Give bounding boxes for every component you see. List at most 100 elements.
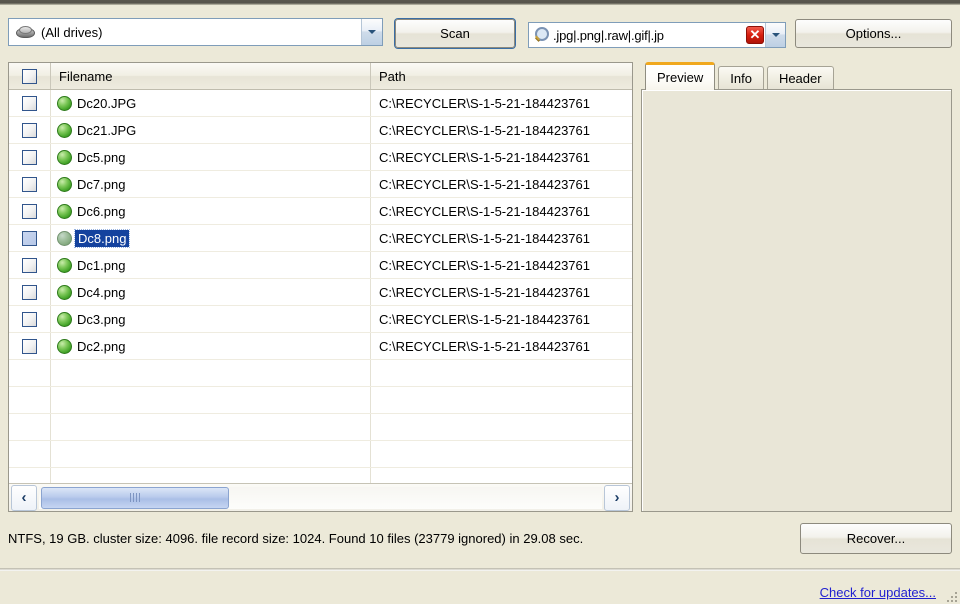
table-row[interactable]: Dc3.pngC:\RECYCLER\S-1-5-21-184423761 bbox=[9, 306, 632, 333]
drive-select-chevron-down-icon[interactable] bbox=[361, 19, 382, 45]
path-cell[interactable]: C:\RECYCLER\S-1-5-21-184423761 bbox=[371, 225, 632, 251]
filename-cell[interactable]: Dc5.png bbox=[51, 144, 371, 170]
toolbar: (All drives) Scan .jpg|.png|.raw|.gif|.j… bbox=[0, 5, 960, 57]
row-checkbox[interactable] bbox=[22, 177, 37, 192]
row-checkbox[interactable] bbox=[22, 285, 37, 300]
scrollbar-track[interactable] bbox=[39, 487, 602, 509]
filename-cell[interactable]: Dc2.png bbox=[51, 333, 371, 359]
app-window: (All drives) Scan .jpg|.png|.raw|.gif|.j… bbox=[0, 0, 960, 604]
row-checkbox[interactable] bbox=[22, 204, 37, 219]
table-row[interactable]: Dc6.pngC:\RECYCLER\S-1-5-21-184423761 bbox=[9, 198, 632, 225]
row-checkbox-cell[interactable] bbox=[9, 225, 51, 251]
path-cell[interactable]: C:\RECYCLER\S-1-5-21-184423761 bbox=[371, 198, 632, 224]
row-checkbox[interactable] bbox=[22, 231, 37, 246]
drive-select-value: (All drives) bbox=[39, 25, 361, 40]
empty-cell bbox=[51, 414, 371, 440]
filename-cell[interactable]: Dc1.png bbox=[51, 252, 371, 278]
filter-input[interactable]: .jpg|.png|.raw|.gif|.jp ✕ bbox=[528, 22, 786, 48]
table-row-empty bbox=[9, 387, 632, 414]
table-row[interactable]: Dc7.pngC:\RECYCLER\S-1-5-21-184423761 bbox=[9, 171, 632, 198]
row-checkbox-cell[interactable] bbox=[9, 171, 51, 197]
empty-cell bbox=[51, 441, 371, 467]
row-checkbox-cell[interactable] bbox=[9, 117, 51, 143]
magnifier-icon bbox=[533, 26, 551, 44]
table-row-empty bbox=[9, 360, 632, 387]
filename-cell[interactable]: Dc20.JPG bbox=[51, 90, 371, 116]
row-checkbox[interactable] bbox=[22, 258, 37, 273]
recover-button[interactable]: Recover... bbox=[800, 523, 952, 554]
column-header-select-all[interactable] bbox=[9, 63, 51, 89]
table-row[interactable]: Dc4.png C:\RECYCLER\S-1-5-21-184423761 bbox=[9, 279, 632, 306]
filename-cell[interactable]: Dc21.JPG bbox=[51, 117, 371, 143]
row-checkbox[interactable] bbox=[22, 339, 37, 354]
column-header-path[interactable]: Path bbox=[371, 63, 632, 89]
filename-cell[interactable]: Dc8.png bbox=[51, 225, 371, 251]
empty-cell bbox=[371, 387, 632, 413]
table-row[interactable]: Dc1.pngC:\RECYCLER\S-1-5-21-184423761 bbox=[9, 252, 632, 279]
file-list-panel: Filename Path Dc20.JPG C:\RECYCLER\S-1-5-… bbox=[8, 62, 633, 512]
scan-button[interactable]: Scan bbox=[395, 19, 515, 48]
tab-info[interactable]: Info bbox=[718, 66, 764, 90]
options-button[interactable]: Options... bbox=[795, 19, 952, 48]
empty-cell bbox=[371, 414, 632, 440]
row-checkbox-cell[interactable] bbox=[9, 279, 51, 305]
path-cell[interactable]: C:\RECYCLER\S-1-5-21-184423761 bbox=[371, 279, 632, 305]
empty-cell bbox=[371, 468, 632, 484]
table-row[interactable]: Dc21.JPG C:\RECYCLER\S-1-5-21-184423761 bbox=[9, 117, 632, 144]
path-cell[interactable]: C:\RECYCLER\S-1-5-21-184423761 bbox=[371, 144, 632, 170]
row-checkbox-cell[interactable] bbox=[9, 198, 51, 224]
column-header-filename[interactable]: Filename bbox=[51, 63, 371, 89]
file-status-icon bbox=[57, 204, 72, 219]
path-cell[interactable]: C:\RECYCLER\S-1-5-21-184423761 bbox=[371, 252, 632, 278]
table-row[interactable]: Dc8.pngC:\RECYCLER\S-1-5-21-184423761 bbox=[9, 225, 632, 252]
scrollbar-thumb[interactable] bbox=[41, 487, 229, 509]
scroll-right-arrow-icon[interactable]: › bbox=[604, 485, 630, 511]
row-checkbox[interactable] bbox=[22, 96, 37, 111]
path-cell[interactable]: C:\RECYCLER\S-1-5-21-184423761 bbox=[371, 333, 632, 359]
table-row[interactable]: Dc2.pngC:\RECYCLER\S-1-5-21-184423761 bbox=[9, 333, 632, 360]
preview-area[interactable] bbox=[641, 89, 952, 512]
check-for-updates-link[interactable]: Check for updates... bbox=[820, 585, 936, 600]
path-cell[interactable]: C:\RECYCLER\S-1-5-21-184423761 bbox=[371, 90, 632, 116]
filename-label: Dc20.JPG bbox=[75, 96, 138, 111]
filename-cell[interactable]: Dc3.png bbox=[51, 306, 371, 332]
empty-cell bbox=[371, 441, 632, 467]
file-status-icon bbox=[57, 312, 72, 327]
file-status-icon bbox=[57, 177, 72, 192]
filename-cell[interactable]: Dc4.png bbox=[51, 279, 371, 305]
drive-select[interactable]: (All drives) bbox=[8, 18, 383, 46]
tab-header[interactable]: Header bbox=[767, 66, 834, 90]
clear-x-icon[interactable]: ✕ bbox=[746, 26, 764, 44]
row-checkbox-cell[interactable] bbox=[9, 306, 51, 332]
filename-cell[interactable]: Dc7.png bbox=[51, 171, 371, 197]
path-cell[interactable]: C:\RECYCLER\S-1-5-21-184423761 bbox=[371, 117, 632, 143]
row-checkbox[interactable] bbox=[22, 150, 37, 165]
path-cell[interactable]: C:\RECYCLER\S-1-5-21-184423761 bbox=[371, 306, 632, 332]
empty-cell bbox=[9, 387, 51, 413]
horizontal-scrollbar[interactable]: ‹ › bbox=[9, 483, 632, 511]
filename-cell[interactable]: Dc6.png bbox=[51, 198, 371, 224]
row-checkbox[interactable] bbox=[22, 312, 37, 327]
row-checkbox[interactable] bbox=[22, 123, 37, 138]
empty-cell bbox=[9, 414, 51, 440]
filename-label: Dc21.JPG bbox=[75, 123, 138, 138]
row-checkbox-cell[interactable] bbox=[9, 144, 51, 170]
row-checkbox-cell[interactable] bbox=[9, 90, 51, 116]
table-row[interactable]: Dc20.JPG C:\RECYCLER\S-1-5-21-184423761 bbox=[9, 90, 632, 117]
filter-input-value: .jpg|.png|.raw|.gif|.jp bbox=[553, 28, 746, 43]
table-row[interactable]: Dc5.pngC:\RECYCLER\S-1-5-21-184423761 bbox=[9, 144, 632, 171]
resize-grip-icon[interactable] bbox=[944, 589, 958, 603]
row-checkbox-cell[interactable] bbox=[9, 333, 51, 359]
empty-cell bbox=[51, 387, 371, 413]
file-status-icon bbox=[57, 339, 72, 354]
filename-label: Dc4.png bbox=[75, 285, 127, 300]
path-cell[interactable]: C:\RECYCLER\S-1-5-21-184423761 bbox=[371, 171, 632, 197]
file-list-header: Filename Path bbox=[9, 63, 632, 90]
tab-preview[interactable]: Preview bbox=[645, 62, 715, 90]
scroll-left-arrow-icon[interactable]: ‹ bbox=[11, 485, 37, 511]
filter-chevron-down-icon[interactable] bbox=[765, 23, 785, 47]
select-all-checkbox[interactable] bbox=[22, 69, 37, 84]
empty-cell bbox=[9, 441, 51, 467]
table-row-empty bbox=[9, 441, 632, 468]
row-checkbox-cell[interactable] bbox=[9, 252, 51, 278]
